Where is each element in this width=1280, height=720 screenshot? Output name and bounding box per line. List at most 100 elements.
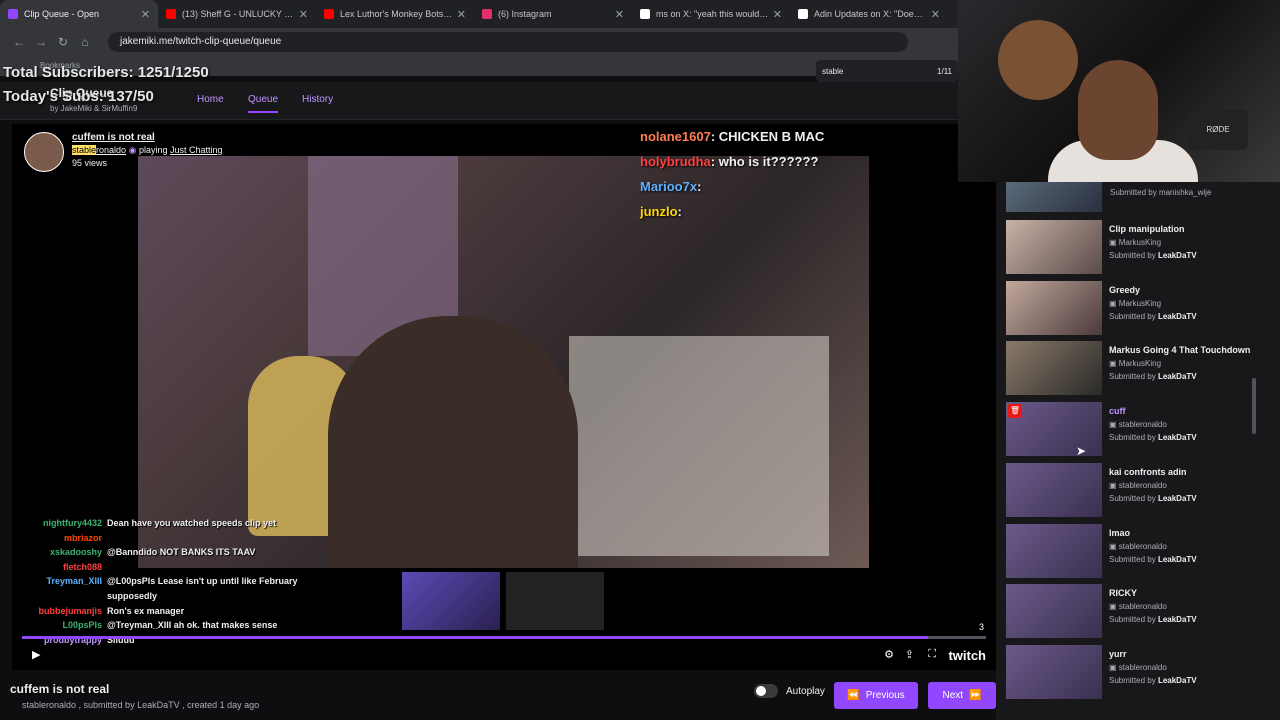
reload-icon[interactable]: ↻ bbox=[52, 35, 74, 49]
tab-favicon-icon bbox=[324, 9, 334, 19]
browser-tab[interactable]: Lex Luthor's Monkey Bots | SUP ✕ bbox=[316, 0, 474, 28]
nav-queue[interactable]: Queue bbox=[248, 94, 279, 113]
tab-close-icon[interactable]: ✕ bbox=[773, 8, 782, 21]
channel-icon: ▣ bbox=[1109, 541, 1119, 551]
tab-title: (13) Sheff G - UNLUCKY LUCKY bbox=[182, 9, 295, 19]
queue-item-channel: ▣ stableronaldo bbox=[1109, 602, 1197, 611]
channel-rest[interactable]: ronaldo bbox=[96, 145, 126, 155]
home-icon[interactable]: ⌂ bbox=[74, 35, 96, 49]
delete-icon[interactable]: 🗑 bbox=[1008, 404, 1022, 419]
tab-title: Clip Queue - Open bbox=[24, 9, 100, 19]
tab-close-icon[interactable]: ✕ bbox=[299, 8, 308, 21]
nav-home[interactable]: Home bbox=[197, 94, 224, 105]
submitter-name: LeakDaTV bbox=[1157, 615, 1197, 625]
chat-user[interactable]: nightfury4432 bbox=[12, 516, 107, 531]
channel-icon: ▣ bbox=[1109, 298, 1119, 308]
thumbnail[interactable] bbox=[402, 572, 500, 630]
queue-item-channel: ▣ stableronaldo bbox=[1109, 481, 1197, 490]
game-link[interactable]: Just Chatting bbox=[170, 145, 223, 155]
queue-item-text: RICKY ▣ stableronaldo Submitted by LeakDaT… bbox=[1109, 584, 1197, 644]
queue-thumbnail[interactable] bbox=[1006, 523, 1102, 578]
next-button[interactable]: Next ⏩ bbox=[928, 682, 996, 709]
fullscreen-icon[interactable]: ⛶ bbox=[928, 648, 936, 661]
queue-thumbnail[interactable] bbox=[1006, 182, 1102, 212]
address-bar: ← → ↻ ⌂ jakemiki.me/twitch-clip-queue/qu… bbox=[0, 28, 960, 56]
back-icon[interactable]: ← bbox=[8, 35, 30, 49]
queue-item[interactable]: Greedy ▣ MarkusKing Submitted by LeakDaTV bbox=[1006, 280, 1268, 341]
channel-highlight[interactable]: stable bbox=[72, 145, 97, 155]
settings-icon[interactable]: ⚙ bbox=[884, 648, 894, 661]
share-icon[interactable]: ⇪ bbox=[905, 648, 914, 661]
queue-thumbnail[interactable] bbox=[1006, 220, 1102, 274]
submitter-name: LeakDaTV bbox=[1157, 554, 1197, 564]
queue-item[interactable]: Markus Going 4 That Touchdown ▣ MarkusKin… bbox=[1006, 341, 1268, 401]
next-label: Next bbox=[942, 690, 964, 701]
progress-bar[interactable] bbox=[22, 636, 986, 639]
toggle-switch[interactable] bbox=[754, 684, 778, 698]
play-icon[interactable]: ▶ bbox=[32, 648, 40, 661]
chat-user[interactable]: bubbejumanjis bbox=[12, 604, 107, 619]
clip-title[interactable]: cuffem is not real bbox=[72, 132, 223, 143]
rewind-icon: ⏪ bbox=[847, 690, 860, 701]
queue-thumbnail[interactable] bbox=[1006, 280, 1102, 335]
find-query[interactable]: stable bbox=[822, 67, 843, 76]
tab-favicon-icon bbox=[8, 9, 18, 19]
plush-bear bbox=[998, 20, 1078, 100]
url-field[interactable]: jakemiki.me/twitch-clip-queue/queue bbox=[108, 32, 908, 52]
queue-item[interactable]: Clip manipulation ▣ MarkusKing Submitted b… bbox=[1006, 220, 1268, 280]
queue-item-text: lmao ▣ stableronaldo Submitted by LeakDaTV bbox=[1109, 524, 1197, 584]
forward-icon[interactable]: → bbox=[30, 35, 52, 49]
chat-user[interactable]: Marioo7x bbox=[640, 179, 697, 194]
queue-item[interactable]: 🗑 cuff ▣ stableronaldo Submitted by LeakDaT… bbox=[1006, 402, 1268, 462]
queue-item-title: cuff bbox=[1109, 406, 1126, 417]
clip-player[interactable]: cuffem is not real stableronaldo ◉ playi… bbox=[12, 124, 996, 670]
browser-tab[interactable]: (6) Instagram ✕ bbox=[474, 0, 632, 28]
queue-item[interactable]: kai confronts adin ▣ stableronaldo Submitt… bbox=[1006, 462, 1268, 523]
previous-button[interactable]: ⏪ Previous bbox=[834, 682, 918, 709]
queue-item-text: Markus Going 4 That Touchdown ▣ MarkusKin… bbox=[1109, 341, 1250, 401]
queue-item[interactable]: lmao ▣ stableronaldo Submitted by LeakDaTV bbox=[1006, 523, 1268, 584]
queue-item-text: Greedy ▣ MarkusKing Submitted by LeakDaTV bbox=[1109, 281, 1197, 341]
chat-user[interactable]: nolane1607 bbox=[640, 129, 711, 144]
tab-close-icon[interactable]: ✕ bbox=[141, 8, 150, 21]
chat-user[interactable]: mbriazor bbox=[12, 531, 107, 546]
chat-line: nightfury4432 Dean have you watched speed… bbox=[12, 516, 312, 531]
browser-tab[interactable]: Adin Updates on X: "Doechii se ✕ bbox=[790, 0, 948, 28]
queue-scrollbar[interactable] bbox=[1252, 378, 1256, 434]
find-bar[interactable]: stable 1/11 bbox=[816, 60, 958, 82]
queue-thumbnail[interactable] bbox=[1006, 462, 1102, 517]
queue-thumbnail[interactable] bbox=[1006, 584, 1102, 639]
clip-info: cuffem is not real stableronaldo ◉ playi… bbox=[24, 132, 223, 172]
queue-item[interactable]: yurr ▣ stableronaldo Submitted by LeakDaTV bbox=[1006, 644, 1268, 705]
queue-item-submitter: Submitted by LeakDaTV bbox=[1109, 676, 1197, 685]
submitter-name: LeakDaTV bbox=[1157, 311, 1197, 321]
browser-tab[interactable]: Clip Queue - Open ✕ bbox=[0, 0, 158, 28]
avatar[interactable] bbox=[24, 132, 64, 172]
queue-thumbnail[interactable] bbox=[1006, 644, 1102, 699]
queue-item-submitter: Submitted by LeakDaTV bbox=[1109, 251, 1197, 260]
chat-user[interactable]: holybrudha bbox=[640, 154, 711, 169]
submitted-by-label: Submitted by bbox=[1109, 251, 1156, 260]
find-count: 1/11 bbox=[937, 66, 952, 76]
queue-item[interactable]: RICKY ▣ stableronaldo Submitted by LeakDaT… bbox=[1006, 584, 1268, 644]
chat-user[interactable]: junzlo bbox=[640, 204, 678, 219]
submitter-name: LeakDaTV bbox=[1157, 675, 1197, 685]
tab-close-icon[interactable]: ✕ bbox=[457, 8, 466, 21]
nav-history[interactable]: History bbox=[302, 94, 333, 105]
camera-thumbnail[interactable] bbox=[506, 572, 604, 630]
twitch-logo[interactable]: twitch bbox=[948, 648, 986, 663]
chat-user[interactable]: L00psPls bbox=[12, 618, 107, 633]
chat-user[interactable]: fletch088 bbox=[12, 560, 107, 575]
tab-close-icon[interactable]: ✕ bbox=[931, 8, 940, 21]
queue-thumbnail[interactable]: 🗑 bbox=[1006, 402, 1102, 457]
queue-item-text: cuff ▣ stableronaldo Submitted by LeakDaTV bbox=[1109, 402, 1197, 462]
queue-item-channel: ▣ MarkusKing bbox=[1109, 359, 1250, 368]
browser-tab[interactable]: (13) Sheff G - UNLUCKY LUCKY ✕ bbox=[158, 0, 316, 28]
tab-close-icon[interactable]: ✕ bbox=[615, 8, 624, 21]
browser-tab[interactable]: ms on X: "yeah this would be m ✕ bbox=[632, 0, 790, 28]
autoplay-toggle[interactable]: Autoplay bbox=[754, 684, 825, 698]
chat-user[interactable]: Treyman_XIII bbox=[12, 574, 107, 603]
queue-item-submitter: Submitted by LeakDaTV bbox=[1109, 312, 1197, 321]
queue-thumbnail[interactable] bbox=[1006, 341, 1102, 396]
chat-user[interactable]: xskadooshy bbox=[12, 545, 107, 560]
